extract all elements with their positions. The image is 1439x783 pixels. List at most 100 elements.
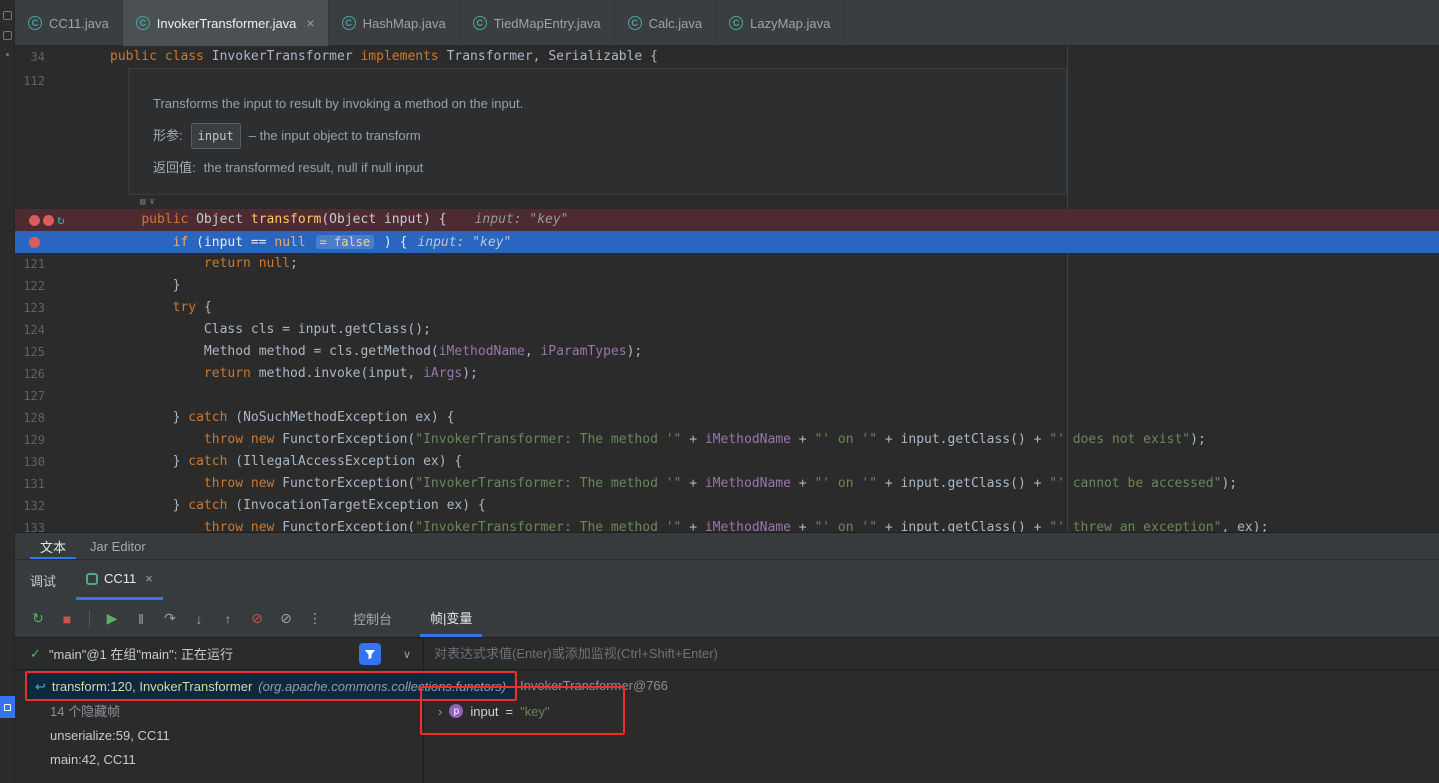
code-line[interactable]: 122 } <box>15 275 1439 297</box>
code-line[interactable]: 123 try { <box>15 297 1439 319</box>
code-lines: ↻ public Object transform(Object input) … <box>15 209 1439 532</box>
chevron-down-icon[interactable]: ∨ <box>403 643 411 665</box>
code-line[interactable]: if (input == null = false ) {input: "key… <box>15 231 1439 253</box>
pause-icon[interactable]: ‖ <box>131 609 151 629</box>
step-over-icon[interactable]: ↷ <box>160 609 180 629</box>
tab-jar-editor[interactable]: Jar Editor <box>80 533 156 559</box>
gutter[interactable]: 126 <box>15 363 110 385</box>
code-token <box>110 432 204 447</box>
thread-status-bar[interactable]: ✓ "main"@1 在组"main": 正在运行 ∨ <box>15 638 423 670</box>
breakpoint-icon[interactable] <box>29 237 40 248</box>
tab-close-icon[interactable]: × <box>306 15 314 31</box>
chevron-down-icon[interactable]: ∨ <box>149 195 154 209</box>
stop-icon[interactable]: ■ <box>57 609 77 629</box>
tab-label: HashMap.java <box>363 16 446 31</box>
evaluate-expression-field[interactable]: 对表达式求值(Enter)或添加监视(Ctrl+Shift+Enter) <box>424 638 1439 670</box>
code-line[interactable]: 133 throw new FunctorException("InvokerT… <box>15 517 1439 532</box>
rerun-icon[interactable]: ↻ <box>28 609 48 629</box>
gutter[interactable]: 124 <box>15 319 110 341</box>
frames-list: ↩ transform:120, InvokerTransformer (org… <box>15 670 423 772</box>
gutter[interactable]: 123 <box>15 297 110 319</box>
code-editor[interactable]: 34public class InvokerTransformer implem… <box>15 46 1439 532</box>
mute-breakpoints-icon[interactable]: ⊘ <box>276 609 296 629</box>
code-line[interactable]: 34public class InvokerTransformer implem… <box>15 46 1439 68</box>
code-line[interactable]: 129 throw new FunctorException("InvokerT… <box>15 429 1439 451</box>
doc-return-label: 返回值: <box>153 157 196 179</box>
debug-session-tab[interactable]: CC11 × <box>76 560 163 600</box>
step-out-icon[interactable]: ↑ <box>218 609 238 629</box>
gutter[interactable]: 130 <box>15 451 110 473</box>
editor-tab-TiedMapEntry.java[interactable]: CTiedMapEntry.java <box>460 0 615 46</box>
gutter[interactable]: ↻ <box>15 209 110 231</box>
rendered-javadoc: Transforms the input to result by invoki… <box>128 68 1067 195</box>
code-token: "InvokerTransformer: The method '" <box>415 432 681 447</box>
breakpoint-icon[interactable] <box>29 215 40 226</box>
frame-current[interactable]: ↩ transform:120, InvokerTransformer (org… <box>27 674 514 700</box>
code-token: ; <box>290 256 298 271</box>
structure-toolwindow-icon[interactable] <box>3 31 12 40</box>
gutter[interactable]: 131 <box>15 473 110 495</box>
editor-tab-HashMap.java[interactable]: CHashMap.java <box>329 0 460 46</box>
filter-icon[interactable] <box>359 643 381 665</box>
more-icon[interactable]: ⋮ <box>305 609 325 629</box>
tab-label: CC11.java <box>49 16 109 31</box>
gutter[interactable]: 128 <box>15 407 110 429</box>
code-line[interactable]: 126 return method.invoke(input, iArgs); <box>15 363 1439 385</box>
frame-marker-icon[interactable]: ↻ <box>57 214 65 227</box>
hidden-frames-row[interactable]: 14 个隐藏帧 <box>15 700 423 724</box>
tab-console[interactable]: 控制台 <box>343 600 402 637</box>
debug-toolwindow-icon[interactable] <box>0 696 15 718</box>
line-number: 133 <box>15 517 45 532</box>
editor-tab-Calc.java[interactable]: CCalc.java <box>615 0 716 46</box>
step-into-icon[interactable]: ↓ <box>189 609 209 629</box>
tab-text[interactable]: 文本 <box>30 533 76 559</box>
left-tool-stripe <box>0 0 15 783</box>
code-line[interactable]: 128 } catch (NoSuchMethodException ex) { <box>15 407 1439 429</box>
tab-close-icon[interactable]: × <box>145 571 153 586</box>
doc-toggle-icon[interactable]: ▤ <box>140 195 145 209</box>
return-arrow-icon: ↩ <box>35 674 46 700</box>
gutter[interactable] <box>15 231 110 253</box>
gutter[interactable]: 112 <box>15 68 110 195</box>
code-line[interactable]: 121 return null; <box>15 253 1439 275</box>
code-token: method.invoke(input, <box>259 366 423 381</box>
breakpoint-icon[interactable] <box>43 215 54 226</box>
gutter[interactable]: 34 <box>15 46 110 68</box>
project-toolwindow-icon[interactable] <box>3 11 12 20</box>
frame-row[interactable]: main:42, CC11 <box>15 748 423 772</box>
code-line[interactable]: 125 Method method = cls.getMethod(iMetho… <box>15 341 1439 363</box>
gutter[interactable]: 122 <box>15 275 110 297</box>
debug-toolbar: ↻ ■ ▶ ‖ ↷ ↓ ↑ ⊘ ⊘ ⋮ 控制台 帧|变量 <box>15 600 1439 638</box>
frame-row[interactable]: unserialize:59, CC11 <box>15 724 423 748</box>
expand-chevron-icon[interactable]: › <box>438 704 442 719</box>
line-number: 125 <box>15 341 45 363</box>
editor-tab-InvokerTransformer.java[interactable]: CInvokerTransformer.java× <box>123 0 329 46</box>
code-line[interactable]: 124 Class cls = input.getClass(); <box>15 319 1439 341</box>
this-object-value[interactable]: InvokerTransformer@766 <box>424 674 1439 698</box>
gutter[interactable]: 133 <box>15 517 110 532</box>
resume-icon[interactable]: ▶ <box>102 609 122 629</box>
code-line[interactable]: 132 } catch (InvocationTargetException e… <box>15 495 1439 517</box>
code-line[interactable]: 131 throw new FunctorException("InvokerT… <box>15 473 1439 495</box>
code-text: public Object transform(Object input) {i… <box>110 209 1439 231</box>
view-breakpoints-icon[interactable]: ⊘ <box>247 609 267 629</box>
fold-row[interactable]: ▤ ∨ <box>15 195 1439 209</box>
frames-panel: ✓ "main"@1 在组"main": 正在运行 ∨ ↩ transform:… <box>15 638 423 783</box>
gutter[interactable]: 132 <box>15 495 110 517</box>
editor-tab-CC11.java[interactable]: CCC11.java <box>15 0 123 46</box>
gutter[interactable]: 125 <box>15 341 110 363</box>
code-line[interactable]: 127 <box>15 385 1439 407</box>
editor-tab-LazyMap.java[interactable]: CLazyMap.java <box>716 0 844 46</box>
variable-input-row[interactable]: › p input = "key" <box>424 698 1439 724</box>
gutter[interactable]: 121 <box>15 253 110 275</box>
code-token: public <box>110 49 165 64</box>
code-token: throw new <box>204 520 282 532</box>
code-token: , <box>525 344 541 359</box>
fold-icons[interactable]: ▤ ∨ <box>140 195 155 209</box>
code-line[interactable]: ↻ public Object transform(Object input) … <box>15 209 1439 231</box>
gutter[interactable]: 129 <box>15 429 110 451</box>
tab-frames-variables[interactable]: 帧|变量 <box>420 600 482 637</box>
code-line[interactable]: 130 } catch (IllegalAccessException ex) … <box>15 451 1439 473</box>
java-class-icon: C <box>473 16 487 30</box>
gutter[interactable]: 127 <box>15 385 110 407</box>
